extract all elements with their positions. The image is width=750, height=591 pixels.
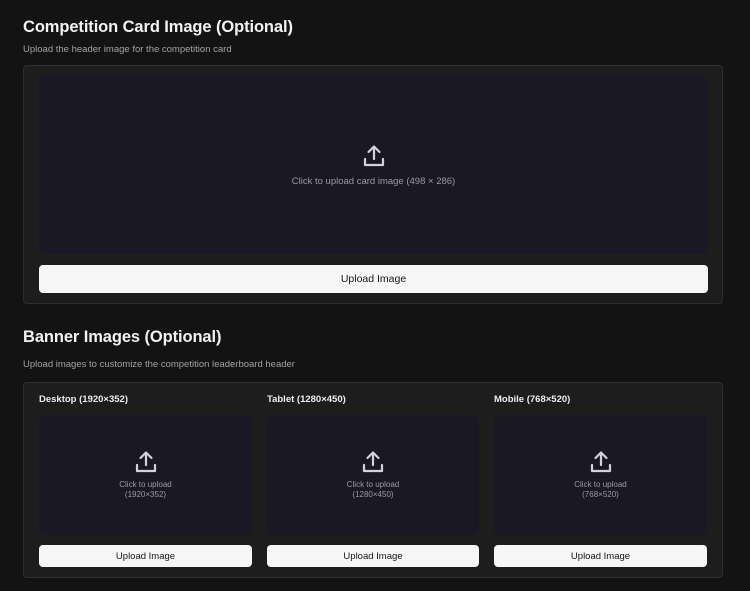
banner-images-panel: Desktop (1920×352) Click to upload (1920… [23, 382, 723, 578]
mobile-upload-button[interactable]: Upload Image [494, 545, 707, 567]
tablet-upload-button[interactable]: Upload Image [267, 545, 479, 567]
mobile-dropzone-line2: (768×520) [582, 490, 619, 499]
upload-icon [362, 450, 384, 474]
upload-icon [135, 450, 157, 474]
card-dropzone-text: Click to upload card image (498 × 286) [291, 175, 456, 187]
tablet-dropzone-line2: (1280×450) [352, 490, 394, 499]
mobile-label: Mobile (768×520) [494, 394, 571, 405]
mobile-dropzone-line1: Click to upload [574, 480, 627, 489]
banner-section-subtitle: Upload images to customize the competiti… [23, 359, 295, 370]
banner-section-title: Banner Images (Optional) [23, 328, 222, 346]
card-section-subtitle: Upload the header image for the competit… [23, 44, 232, 55]
card-image-panel: Click to upload card image (498 × 286) U… [23, 65, 723, 304]
tablet-dropzone-line1: Click to upload [346, 480, 400, 489]
card-image-dropzone[interactable]: Click to upload card image (498 × 286) [39, 76, 708, 254]
mobile-dropzone[interactable]: Click to upload (768×520) [494, 415, 707, 535]
upload-icon [590, 450, 612, 474]
desktop-upload-button[interactable]: Upload Image [39, 545, 252, 567]
desktop-dropzone-line1: Click to upload [119, 480, 172, 489]
upload-icon [363, 144, 385, 168]
desktop-dropzone[interactable]: Click to upload (1920×352) [39, 415, 252, 535]
desktop-dropzone-line2: (1920×352) [124, 490, 167, 499]
tablet-label: Tablet (1280×450) [267, 394, 346, 405]
desktop-label: Desktop (1920×352) [39, 394, 128, 405]
card-upload-button[interactable]: Upload Image [39, 265, 708, 293]
card-section-title: Competition Card Image (Optional) [23, 18, 293, 36]
tablet-dropzone[interactable]: Click to upload (1280×450) [267, 415, 479, 535]
